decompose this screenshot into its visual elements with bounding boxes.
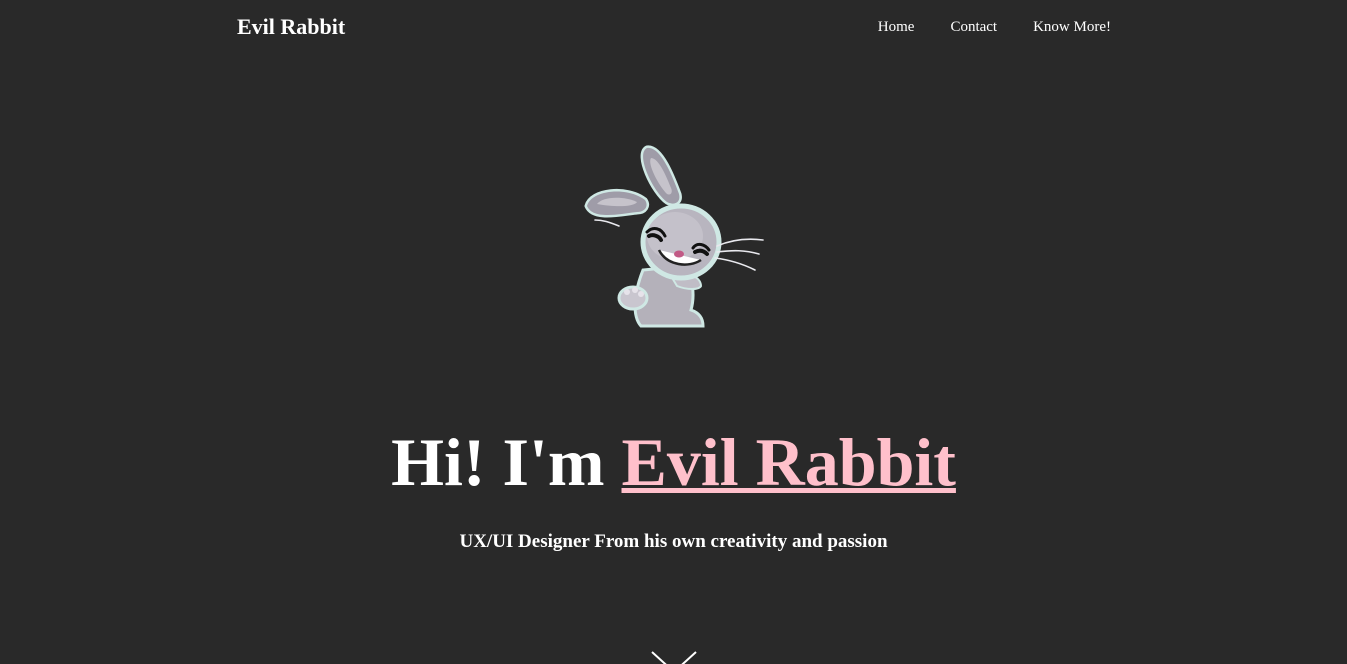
brand-logo-link[interactable]: Evil Rabbit [237,12,345,42]
headline-name-link[interactable]: Evil Rabbit [622,424,956,500]
chevron-down-icon[interactable] [648,650,700,664]
hero-headline: Hi! I'm Evil Rabbit [0,420,1347,504]
headline-prefix: Hi! I'm [391,424,622,500]
nav-link-home[interactable]: Home [878,16,915,38]
rabbit-mascot-image [584,145,764,328]
hero-subtitle: UX/UI Designer From his own creativity a… [459,531,888,552]
nav-link-know-more[interactable]: Know More! [1033,16,1111,38]
top-navigation: Evil Rabbit Home Contact Know More! [0,0,1347,55]
nav-links: Home Contact Know More! [878,16,1111,38]
nav-link-contact[interactable]: Contact [950,16,997,38]
